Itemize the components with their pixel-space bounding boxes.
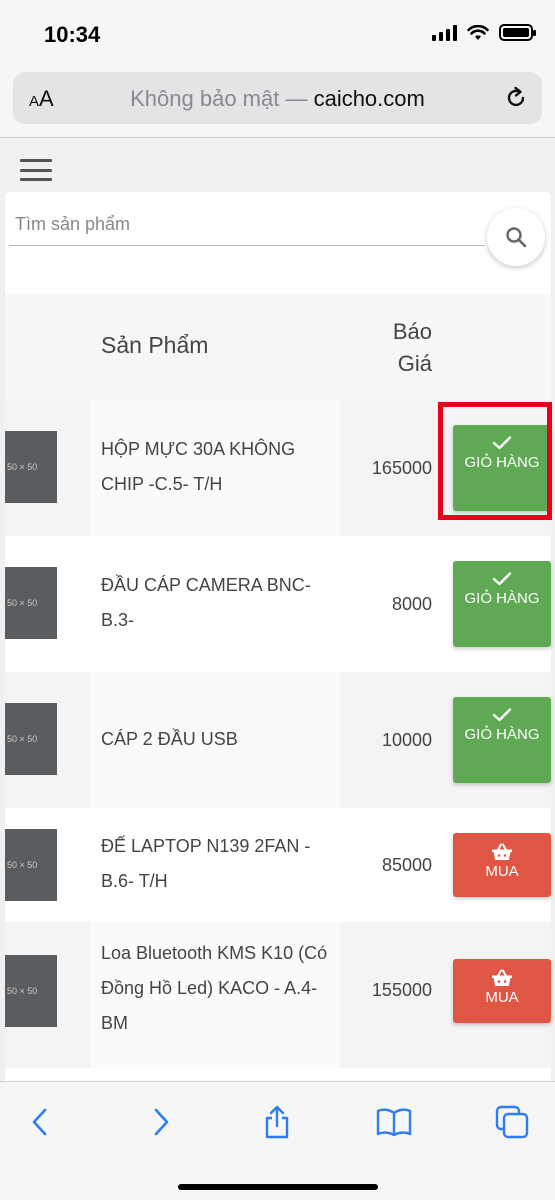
cart-button-label: GIỎ HÀNG <box>464 590 540 607</box>
status-time: 10:34 <box>44 22 101 47</box>
cart-button-label: GIỎ HÀNG <box>464 726 540 743</box>
basket-icon <box>492 969 512 986</box>
search-icon <box>506 227 527 248</box>
product-price: 10000 <box>381 730 432 750</box>
product-name[interactable]: CÁP 2 ĐẦU USB <box>101 722 333 757</box>
tabs-icon <box>495 1105 529 1139</box>
back-icon <box>32 1108 47 1136</box>
bookmarks-icon <box>376 1108 412 1137</box>
check-icon <box>492 572 512 586</box>
table-header: Sản Phẩm Báo Giá <box>5 294 551 400</box>
url-bar[interactable]: AA Không bảo mật — caicho.com <box>13 72 542 124</box>
table-row: 50 × 50 Loa Bluetooth KMS K10 (Có Đồng H… <box>5 922 551 1068</box>
battery-icon <box>499 24 536 41</box>
basket-icon <box>492 843 512 860</box>
status-icons <box>432 24 536 41</box>
product-name[interactable]: ĐẦU CÁP CAMERA BNC- B.3- <box>101 568 333 638</box>
bookmarks-button[interactable] <box>374 1102 414 1142</box>
product-thumbnail: 50 × 50 <box>5 567 57 639</box>
product-thumbnail: 50 × 50 <box>5 955 57 1027</box>
home-indicator <box>178 1184 378 1190</box>
product-thumbnail: 50 × 50 <box>5 829 57 901</box>
browser-toolbar <box>0 1081 555 1200</box>
product-name[interactable]: Loa Bluetooth KMS K10 (Có Đồng Hồ Led) K… <box>101 936 333 1041</box>
security-label: Không bảo mật — <box>130 86 314 111</box>
search-input[interactable] <box>9 204 485 246</box>
header-price: Báo Giá <box>392 319 432 376</box>
back-button[interactable] <box>20 1102 60 1142</box>
buy-button-label: MUA <box>485 863 519 880</box>
table-row: 50 × 50 CÁP 2 ĐẦU USB 10000 GIỎ HÀNG <box>5 672 551 808</box>
share-button[interactable] <box>257 1102 297 1142</box>
table-row <box>5 1068 551 1081</box>
product-name[interactable]: HỘP MỰC 30A KHÔNG CHIP -C.5- T/H <box>101 432 333 502</box>
buy-button[interactable]: MUA <box>453 833 551 897</box>
cellular-signal-icon <box>432 24 457 41</box>
table-row: 50 × 50 ĐẾ LAPTOP N139 2FAN - B.6- T/H 8… <box>5 808 551 922</box>
product-thumbnail: 50 × 50 <box>5 703 57 775</box>
product-price: 165000 <box>371 458 432 478</box>
reload-icon[interactable] <box>502 84 530 112</box>
highlight-box <box>438 402 552 520</box>
menu-icon[interactable] <box>20 159 52 181</box>
product-card: Sản Phẩm Báo Giá 50 × 50 HỘP MỰC 30A KHÔ… <box>5 192 551 1081</box>
status-bar: 10:34 <box>0 0 555 70</box>
forward-icon <box>154 1108 169 1136</box>
cart-button[interactable]: GIỎ HÀNG <box>453 697 551 783</box>
wifi-icon <box>467 24 489 40</box>
buy-button-label: MUA <box>485 989 519 1006</box>
product-price: 155000 <box>371 980 432 1000</box>
web-page: Sản Phẩm Báo Giá 50 × 50 HỘP MỰC 30A KHÔ… <box>0 139 555 1081</box>
product-thumbnail: 50 × 50 <box>5 431 57 503</box>
check-icon <box>492 708 512 722</box>
table-row: 50 × 50 ĐẦU CÁP CAMERA BNC- B.3- 8000 GI… <box>5 536 551 672</box>
buy-button[interactable]: MUA <box>453 959 551 1023</box>
product-price: 8000 <box>391 594 432 614</box>
browser-address-area: AA Không bảo mật — caicho.com <box>0 70 555 138</box>
tabs-button[interactable] <box>492 1102 532 1142</box>
header-product: Sản Phẩm <box>101 332 209 358</box>
forward-button[interactable] <box>141 1102 181 1142</box>
url-text[interactable]: Không bảo mật — caicho.com <box>13 86 542 112</box>
search-button[interactable] <box>487 208 545 266</box>
domain-label: caicho.com <box>313 86 425 111</box>
product-name[interactable]: ĐẾ LAPTOP N139 2FAN - B.6- T/H <box>101 829 333 899</box>
product-price: 85000 <box>381 855 432 875</box>
share-icon <box>265 1105 289 1139</box>
cart-button[interactable]: GIỎ HÀNG <box>453 561 551 647</box>
